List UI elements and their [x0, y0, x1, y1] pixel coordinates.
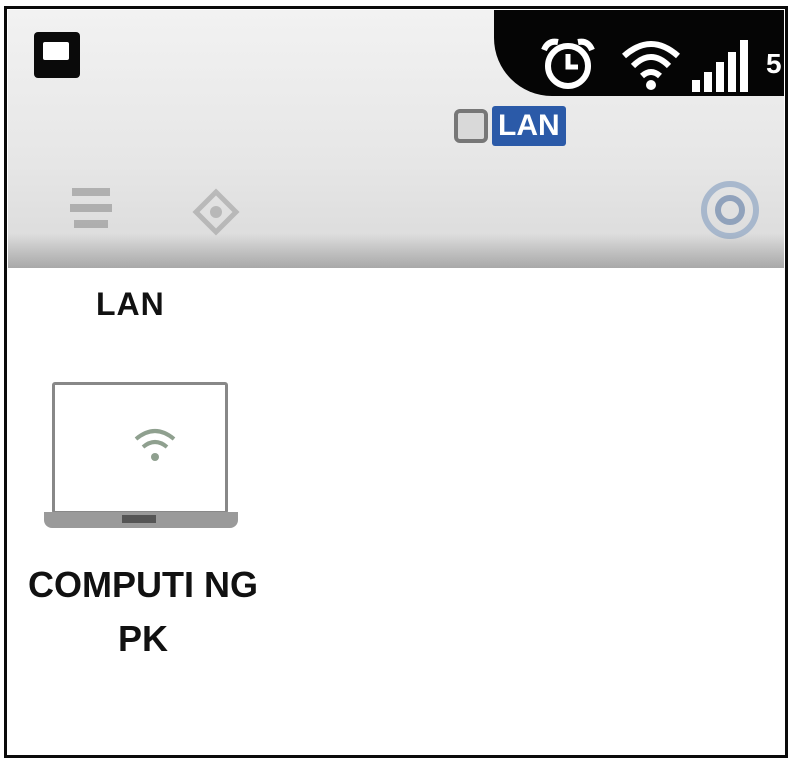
- laptop-base: [44, 512, 238, 528]
- device-name: COMPUTI NGPK: [28, 564, 258, 659]
- header: 5: LAN: [8, 10, 784, 268]
- alarm-icon: [541, 38, 595, 89]
- wifi-icon: [622, 41, 680, 90]
- device-wifi-icon: [134, 429, 176, 461]
- header-shadow: [8, 234, 784, 268]
- signal-icon: [692, 40, 748, 92]
- network-chip[interactable]: LAN: [454, 104, 566, 148]
- stack-icon[interactable]: [66, 182, 116, 242]
- status-time: 5:: [766, 48, 784, 79]
- device-browser: LAN COMPUTI NGPK: [8, 268, 784, 752]
- section-label: LAN: [96, 286, 165, 322]
- puzzle-icon[interactable]: [186, 182, 246, 242]
- status-bar: 5:: [8, 10, 784, 96]
- network-type-icon: [454, 109, 488, 143]
- device-item[interactable]: COMPUTI NGPK: [28, 378, 258, 668]
- settings-ring-icon[interactable]: [698, 178, 762, 242]
- notification-icon: [34, 32, 80, 78]
- laptop-icon: [52, 382, 228, 514]
- network-chip-label: LAN: [492, 106, 566, 146]
